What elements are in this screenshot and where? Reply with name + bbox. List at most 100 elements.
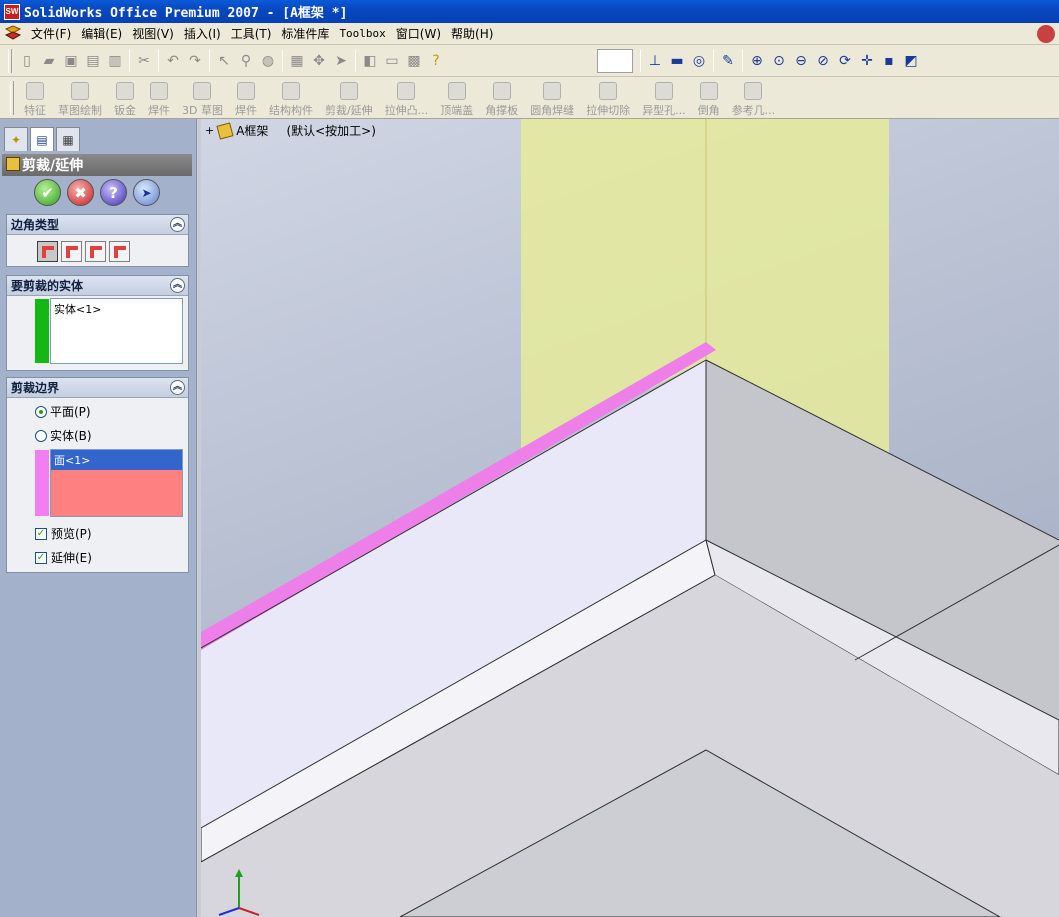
options-icon[interactable]: ▭: [381, 50, 403, 72]
trim-boundary-title: 剪裁边界 ︽: [7, 378, 188, 398]
collapse-icon[interactable]: ︽: [170, 380, 185, 395]
menu-file[interactable]: 文件(F): [26, 24, 76, 44]
redo-icon[interactable]: ↷: [184, 50, 206, 72]
collapse-icon[interactable]: ︽: [170, 278, 185, 293]
cancel-icon: ✖: [74, 183, 87, 202]
help-button[interactable]: ?: [100, 179, 127, 206]
cancel-button[interactable]: ✖: [67, 179, 94, 206]
cut-icon[interactable]: ✂: [133, 50, 155, 72]
feature-manager-tab[interactable]: ✦: [4, 127, 28, 151]
tool-sketch[interactable]: 草图绘制: [52, 78, 108, 118]
chamfer-icon: [699, 82, 718, 100]
feature-manager-icon: ✦: [10, 132, 22, 147]
pan-icon[interactable]: ✛: [856, 50, 878, 72]
tool-reference-geometry[interactable]: 参考几...: [726, 78, 782, 118]
toolbar-grip[interactable]: [8, 48, 12, 73]
menu-window[interactable]: 窗口(W): [391, 24, 446, 44]
body-selection-swatch: [35, 299, 49, 363]
expand-icon[interactable]: +: [205, 124, 214, 137]
corner-end-butt2-button[interactable]: [109, 241, 130, 262]
rebuild-icon[interactable]: ◍: [257, 50, 279, 72]
bodies-radio[interactable]: 实体(B): [35, 427, 92, 444]
select-icon[interactable]: ↖: [213, 50, 235, 72]
face-plane-radio[interactable]: 平面(P): [35, 403, 91, 420]
corner-end-trim-button[interactable]: [37, 241, 58, 262]
gusset-icon: [492, 82, 511, 100]
sw-resources-icon[interactable]: [1037, 25, 1055, 43]
menu-tools[interactable]: 工具(T): [226, 24, 277, 44]
feature-tree-flyout[interactable]: + A框架 (默认<按加工>): [205, 121, 376, 140]
weldment-target-icon[interactable]: ◎: [688, 50, 710, 72]
rotate-view-icon[interactable]: ⟳: [834, 50, 856, 72]
corner-end-butt1-button[interactable]: [85, 241, 106, 262]
configuration-manager-tab[interactable]: ▦: [56, 127, 80, 151]
tool-features[interactable]: 特征: [18, 78, 52, 118]
structural-member-icon: [281, 82, 300, 100]
tool-extruded-boss[interactable]: 拉伸凸...: [379, 78, 435, 118]
zoom-area-icon[interactable]: ⊙: [768, 50, 790, 72]
ok-button[interactable]: ✔: [34, 179, 61, 206]
end-cap-icon: [447, 82, 466, 100]
properties-icon[interactable]: ▩: [403, 50, 425, 72]
tool-extruded-cut[interactable]: 拉伸切除: [580, 78, 636, 118]
property-manager-tab[interactable]: ▤: [30, 127, 54, 151]
tool-trim-extend[interactable]: 剪裁/延伸: [319, 78, 379, 118]
tool-hole-wizard[interactable]: 异型孔...: [636, 78, 692, 118]
new-icon[interactable]: ▯: [16, 50, 38, 72]
help-icon[interactable]: ?: [425, 50, 447, 72]
grid-icon[interactable]: ▦: [286, 50, 308, 72]
previous-view-icon[interactable]: ▪: [878, 50, 900, 72]
view-orientation-icon[interactable]: ◩: [900, 50, 922, 72]
trim-boundary-group: 剪裁边界 ︽ 平面(P) 实体(B) 面<1> ✓ 预览(P) ✓ 延伸(E): [6, 377, 189, 573]
pushpin-button[interactable]: ➤: [133, 179, 160, 206]
menu-edit[interactable]: 编辑(E): [76, 24, 127, 44]
menu-toolbox[interactable]: Toolbox: [334, 24, 390, 44]
menu-bar: 文件(F) 编辑(E) 视图(V) 插入(I) 工具(T) 标准件库 Toolb…: [0, 23, 1059, 45]
tool-gusset[interactable]: 角撑板: [479, 78, 524, 118]
face-list-item[interactable]: 面<1>: [51, 450, 182, 470]
smart-dimension-icon[interactable]: ✎: [717, 50, 739, 72]
open-icon[interactable]: ▰: [38, 50, 60, 72]
box-icon[interactable]: ◧: [359, 50, 381, 72]
rebuild-all-icon[interactable]: ➤: [330, 50, 352, 72]
weldment-ruler-icon[interactable]: ▬: [666, 50, 688, 72]
tool-weldment[interactable]: 焊件: [229, 78, 263, 118]
save-icon[interactable]: ▣: [60, 50, 82, 72]
body-list-item[interactable]: 实体<1>: [51, 299, 182, 319]
extend-checkbox[interactable]: ✓ 延伸(E): [35, 549, 92, 566]
toolbar-field[interactable]: [597, 48, 633, 73]
solidworks-app-icon[interactable]: SW: [4, 3, 20, 20]
tool-weldments[interactable]: 焊件: [142, 78, 176, 118]
graphics-viewport[interactable]: + A框架 (默认<按加工>): [201, 119, 1059, 917]
tool-structural-member[interactable]: 结构构件: [263, 78, 319, 118]
solidworks-logo-icon[interactable]: [4, 24, 22, 43]
weldment-profile-icon[interactable]: ⊥: [644, 50, 666, 72]
tool-3d-sketch[interactable]: 3D 草图: [176, 78, 229, 118]
move-icon[interactable]: ✥: [308, 50, 330, 72]
faces-selection-box[interactable]: 面<1>: [50, 449, 183, 517]
menu-standard-library[interactable]: 标准件库: [276, 24, 334, 44]
tool-chamfer[interactable]: 倒角: [692, 78, 726, 118]
print-icon[interactable]: ▤: [82, 50, 104, 72]
help-icon: ?: [109, 183, 118, 202]
print-preview-icon[interactable]: ▥: [104, 50, 126, 72]
weldments-icon: [150, 82, 168, 100]
undo-icon[interactable]: ↶: [162, 50, 184, 72]
tool-fillet-bead[interactable]: 圆角焊缝: [524, 78, 580, 118]
menu-help[interactable]: 帮助(H): [446, 24, 498, 44]
zoom-in-out-icon[interactable]: ⊖: [790, 50, 812, 72]
configuration-manager-icon: ▦: [62, 132, 74, 147]
tool-end-cap[interactable]: 顶端盖: [434, 78, 479, 118]
zoom-selection-icon[interactable]: ⊘: [812, 50, 834, 72]
select-filter-icon[interactable]: ⚲: [235, 50, 257, 72]
corner-end-miter-button[interactable]: [61, 241, 82, 262]
collapse-icon[interactable]: ︽: [170, 217, 185, 232]
bodies-selection-box[interactable]: 实体<1>: [50, 298, 183, 364]
zoom-fit-icon[interactable]: ⊕: [746, 50, 768, 72]
menu-view[interactable]: 视图(V): [127, 24, 179, 44]
model-view[interactable]: [201, 119, 1059, 917]
menu-insert[interactable]: 插入(I): [179, 24, 226, 44]
toolbar-grip[interactable]: [10, 80, 14, 115]
tool-sheet-metal[interactable]: 钣金: [108, 78, 142, 118]
preview-checkbox[interactable]: ✓ 预览(P): [35, 525, 92, 542]
